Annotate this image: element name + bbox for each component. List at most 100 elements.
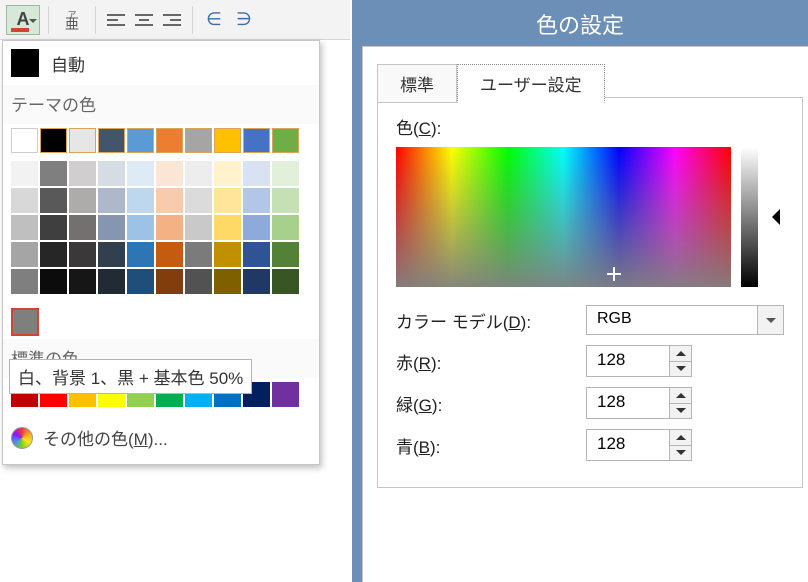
green-decrement-button[interactable] [670,404,691,419]
blue-spinner[interactable]: 128 [586,429,692,461]
color-swatch[interactable] [127,269,154,294]
color-swatch[interactable] [11,242,38,267]
color-swatch[interactable] [127,215,154,240]
color-swatch[interactable] [40,269,67,294]
color-model-dropdown-button[interactable] [757,306,783,334]
color-swatch[interactable] [272,242,299,267]
auto-color-label: 自動 [51,51,85,76]
color-swatch[interactable] [98,128,125,153]
separator [48,6,49,34]
color-swatch[interactable] [127,188,154,213]
color-swatch[interactable] [272,382,299,407]
green-label: 緑(G): [396,391,586,416]
color-swatch[interactable] [11,215,38,240]
color-swatch[interactable] [272,188,299,213]
blue-decrement-button[interactable] [670,446,691,461]
color-swatch[interactable] [69,215,96,240]
align-center-button[interactable] [132,8,156,32]
blue-value[interactable]: 128 [587,430,669,460]
theme-color-grid [3,124,319,304]
color-swatch[interactable] [185,215,212,240]
color-swatch[interactable] [40,215,67,240]
color-swatch[interactable] [243,269,270,294]
more-colors-row[interactable]: その他の色(M)... [3,415,319,464]
color-swatch[interactable] [243,188,270,213]
color-swatch[interactable] [185,269,212,294]
color-swatch[interactable] [69,269,96,294]
color-swatch[interactable] [272,215,299,240]
color-swatch[interactable] [214,269,241,294]
furigana-button[interactable]: ア 亜 [57,6,87,34]
color-swatch[interactable] [98,188,125,213]
decrease-indent-button[interactable]: ∈ [201,8,227,32]
chevron-up-icon [676,346,686,356]
color-swatch[interactable] [272,161,299,186]
color-swatch[interactable] [243,215,270,240]
color-swatch[interactable] [127,242,154,267]
color-swatch[interactable] [185,242,212,267]
selected-color-swatch[interactable] [11,308,39,336]
color-swatch[interactable] [98,215,125,240]
separator [192,6,193,34]
color-swatch[interactable] [272,269,299,294]
color-swatch[interactable] [69,161,96,186]
chevron-down-icon [29,19,37,27]
color-swatch[interactable] [127,128,154,153]
color-swatch[interactable] [185,188,212,213]
color-swatch[interactable] [214,188,241,213]
color-swatch[interactable] [185,128,212,153]
color-swatch[interactable] [69,242,96,267]
green-increment-button[interactable] [670,388,691,404]
auto-color-row[interactable]: 自動 [3,41,319,85]
green-spinner[interactable]: 128 [586,387,692,419]
red-increment-button[interactable] [670,346,691,362]
color-swatch[interactable] [98,242,125,267]
color-swatch[interactable] [40,188,67,213]
green-value[interactable]: 128 [587,388,669,418]
color-swatch[interactable] [156,188,183,213]
align-right-button[interactable] [160,8,184,32]
color-swatch[interactable] [11,161,38,186]
color-swatch[interactable] [243,242,270,267]
color-swatch[interactable] [272,128,299,153]
red-spinner[interactable]: 128 [586,345,692,377]
color-swatch[interactable] [214,242,241,267]
red-value[interactable]: 128 [587,346,669,376]
color-swatch[interactable] [243,128,270,153]
color-swatch[interactable] [40,242,67,267]
font-color-button[interactable]: A [6,5,40,35]
color-swatch[interactable] [11,269,38,294]
color-swatch[interactable] [98,161,125,186]
color-swatch[interactable] [214,128,241,153]
red-decrement-button[interactable] [670,362,691,377]
color-swatch[interactable] [127,161,154,186]
color-swatch[interactable] [214,161,241,186]
color-swatch[interactable] [98,269,125,294]
color-swatch[interactable] [40,128,67,153]
tab-standard[interactable]: 標準 [377,64,457,103]
color-swatch[interactable] [69,128,96,153]
color-swatch[interactable] [243,161,270,186]
color-swatch[interactable] [156,161,183,186]
lightness-thumb-icon[interactable] [764,209,780,225]
color-swatch[interactable] [11,188,38,213]
tab-custom[interactable]: ユーザー設定 [457,64,605,103]
color-swatch[interactable] [40,161,67,186]
color-swatch[interactable] [69,188,96,213]
lightness-slider[interactable] [741,147,758,287]
color-swatch[interactable] [156,242,183,267]
color-swatch[interactable] [156,269,183,294]
color-swatch[interactable] [214,215,241,240]
auto-color-swatch-icon [11,49,39,77]
chevron-down-icon [676,408,686,418]
increase-indent-button[interactable]: ∋ [231,8,257,32]
color-swatch[interactable] [185,161,212,186]
color-spectrum[interactable] [396,147,731,287]
chevron-up-icon [676,388,686,398]
blue-increment-button[interactable] [670,430,691,446]
color-swatch[interactable] [156,128,183,153]
color-model-select[interactable]: RGB [586,305,784,335]
align-left-button[interactable] [104,8,128,32]
color-swatch[interactable] [156,215,183,240]
color-swatch[interactable] [11,128,38,153]
